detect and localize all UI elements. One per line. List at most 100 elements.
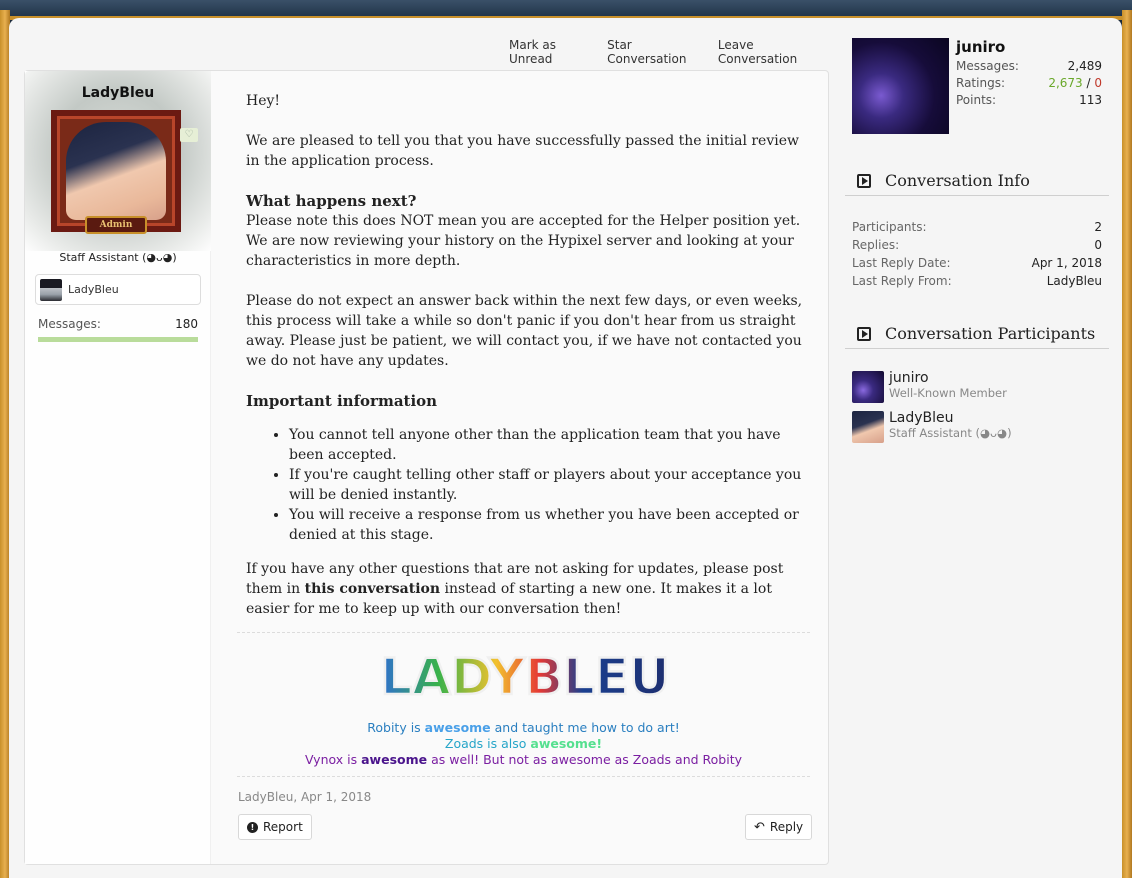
signature-line-2: Zoads is also awesome!: [237, 736, 810, 752]
author-user-title: Staff Assistant (◕ᴗ◕): [59, 251, 177, 264]
info-value: 0: [1094, 238, 1102, 252]
visitor-messages-label: Messages:: [956, 59, 1019, 73]
report-button[interactable]: ! Report: [238, 814, 312, 840]
mark-unread-link[interactable]: Mark as Unread: [509, 38, 597, 66]
participant-avatar[interactable]: [852, 411, 884, 443]
ratings-positive: 2,673: [1048, 76, 1083, 90]
message-author-panel: LadyBleu Admin ♡ Staff Assistant (◕ᴗ◕) L…: [25, 71, 211, 864]
info-value[interactable]: LadyBleu: [1047, 272, 1102, 290]
info-label: Last Reply Date:: [852, 256, 951, 270]
info-label: Participants:: [852, 220, 927, 234]
report-icon: !: [247, 821, 258, 833]
banner-avatar-icon: [40, 278, 62, 301]
visitor-ratings-value: 2,673 / 0: [1048, 75, 1102, 92]
reply-label: Reply: [769, 820, 804, 834]
paragraph-1: We are pleased to tell you that you have…: [246, 133, 799, 169]
reply-icon: ↶: [754, 819, 765, 835]
play-icon: [857, 173, 871, 188]
messages-progress-fill: [38, 337, 198, 342]
leave-conversation-link[interactable]: Leave Conversation: [718, 38, 829, 66]
paragraph-2: Please note this does NOT mean you are a…: [246, 213, 801, 269]
sig-l3-c: as well! But not as awesome as Zoads and…: [427, 752, 743, 767]
sig-l1-a: Robity is: [367, 720, 425, 735]
visitor-points-row: Points: 113: [956, 92, 1102, 109]
author-messages-stat: Messages: 180: [38, 317, 198, 331]
window-frame-right: [1122, 10, 1132, 878]
visitor-points-value: 113: [1079, 93, 1102, 107]
visitor-ratings-label: Ratings:: [956, 76, 1005, 90]
greeting-text: Hey!: [246, 93, 281, 109]
visitor-points-label: Points:: [956, 93, 997, 107]
conversation-participants-heading: Conversation Participants: [845, 319, 1109, 349]
heading-what-next: What happens next?: [246, 192, 417, 210]
star-conversation-link[interactable]: Star Conversation: [607, 38, 708, 66]
messages-count: 180: [175, 317, 198, 331]
messages-progress-bar: [38, 337, 198, 342]
info-row-replies: Replies: 0: [852, 236, 1102, 254]
signature-logo-text: LADYBLEU: [380, 648, 669, 706]
sig-l2-b: awesome!: [530, 736, 603, 751]
conversation-actions: Mark as Unread Star Conversation Leave C…: [509, 38, 829, 66]
post-meta[interactable]: LadyBleu, Apr 1, 2018: [238, 790, 371, 804]
visitor-messages-value: 2,489: [1067, 59, 1102, 73]
report-label: Report: [263, 820, 303, 834]
conversation-info-list: Participants: 2 Replies: 0 Last Reply Da…: [852, 218, 1102, 290]
banner-name: LadyBleu: [68, 283, 119, 296]
participant-role: Well-Known Member: [889, 386, 1007, 400]
meta-divider: [237, 776, 810, 777]
ratings-negative: 0: [1094, 76, 1102, 90]
visitor-messages-row: Messages: 2,489: [956, 58, 1102, 75]
ratings-separator: /: [1082, 76, 1095, 90]
p4-bold: this conversation: [304, 581, 441, 597]
avatar-portrait: [66, 122, 166, 220]
info-label: Last Reply From:: [852, 274, 952, 288]
messages-label: Messages:: [38, 317, 101, 331]
participant-avatar[interactable]: [852, 371, 884, 403]
info-value: 2: [1094, 220, 1102, 234]
sig-l3-a: Vynox is: [304, 752, 362, 767]
participant-info: juniro Well-Known Member: [889, 371, 1007, 401]
participant-item[interactable]: juniro Well-Known Member: [852, 371, 1007, 403]
sig-l1-c: and taught me how to do art!: [490, 720, 680, 735]
conversation-participants-title: Conversation Participants: [885, 324, 1096, 343]
conversation-info-heading: Conversation Info: [845, 166, 1109, 196]
info-bullet-list: You cannot tell anyone other than the ap…: [289, 425, 811, 545]
visitor-avatar[interactable]: [852, 38, 949, 134]
play-icon: [857, 326, 871, 341]
signature-line-3: Vynox is awesome as well! But not as awe…: [237, 752, 810, 768]
bullet-item: If you're caught telling other staff or …: [289, 465, 811, 505]
info-row-participants: Participants: 2: [852, 218, 1102, 236]
paragraph-4: If you have any other questions that are…: [246, 559, 811, 619]
info-row-last-reply-from: Last Reply From: LadyBleu: [852, 272, 1102, 290]
bullet-item: You will receive a response from us whet…: [289, 505, 811, 545]
info-value: Apr 1, 2018: [1031, 256, 1102, 270]
visitor-name[interactable]: juniro: [956, 38, 1102, 56]
participant-name[interactable]: LadyBleu: [889, 411, 1012, 426]
participant-info: LadyBleu Staff Assistant (◕ᴗ◕): [889, 411, 1012, 441]
author-avatar[interactable]: Admin: [51, 110, 181, 234]
heading-important-info: Important information: [246, 392, 438, 410]
paragraph-3: Please do not expect an answer back with…: [246, 293, 803, 369]
signature-text: Robity is awesome and taught me how to d…: [237, 720, 810, 768]
message-post: LadyBleu Admin ♡ Staff Assistant (◕ᴗ◕) L…: [24, 70, 829, 865]
visitor-panel: juniro Messages: 2,489 Ratings: 2,673 / …: [956, 38, 1102, 109]
heart-icon[interactable]: ♡: [180, 128, 198, 142]
window-frame-top: [0, 0, 1132, 20]
author-user-banner: LadyBleu: [35, 274, 201, 305]
info-label: Replies:: [852, 238, 900, 252]
participant-item[interactable]: LadyBleu Staff Assistant (◕ᴗ◕): [852, 411, 1012, 443]
participant-name[interactable]: juniro: [889, 371, 1007, 386]
reply-button[interactable]: ↶ Reply: [745, 814, 813, 840]
participant-role: Staff Assistant (◕ᴗ◕): [889, 426, 1012, 440]
sig-l1-b: awesome: [424, 720, 491, 735]
bullet-item: You cannot tell anyone other than the ap…: [289, 425, 811, 465]
signature-line-1: Robity is awesome and taught me how to d…: [237, 720, 810, 736]
conversation-info-title: Conversation Info: [885, 171, 1030, 190]
conversation-page: Mark as Unread Star Conversation Leave C…: [9, 18, 1122, 878]
info-row-last-reply-date: Last Reply Date: Apr 1, 2018: [852, 254, 1102, 272]
admin-badge: Admin: [85, 216, 147, 234]
sig-l3-b: awesome: [361, 752, 428, 767]
signature-divider: [237, 632, 810, 633]
sig-l2-a: Zoads is also: [444, 736, 531, 751]
author-name[interactable]: LadyBleu: [25, 85, 211, 101]
